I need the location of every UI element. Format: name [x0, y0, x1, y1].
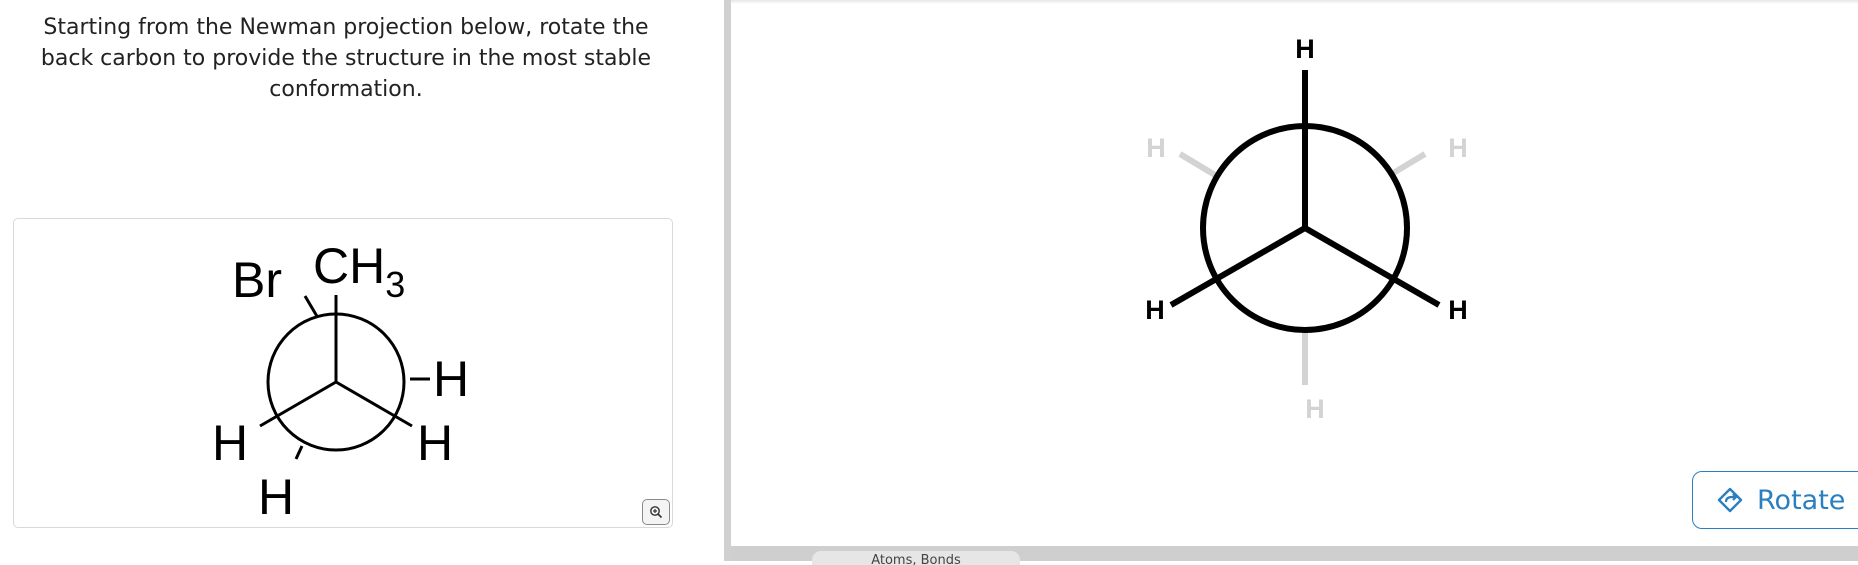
editable-newman-projection[interactable]: H H H H H H: [731, 0, 1858, 561]
given-newman-projection: Br CH3 H H H H: [212, 238, 469, 525]
back-bond-upper-left: [1178, 151, 1217, 178]
given-newman-figure: Br CH3 H H H H: [13, 218, 673, 528]
rotate-button[interactable]: Rotate: [1692, 471, 1858, 529]
label-ch3: CH3: [313, 238, 405, 305]
back-bond-upper-right: [1388, 151, 1427, 178]
editor-label-back-bottom: H: [1305, 394, 1325, 424]
editor-label-back-upper-left: H: [1146, 133, 1166, 163]
editor-label-front-top: H: [1295, 34, 1315, 64]
zoom-in-icon: [650, 506, 663, 519]
back-bond-br: [303, 295, 320, 319]
newman-editor-canvas[interactable]: H H H H H H: [731, 0, 1858, 561]
back-bond-h-bottom: [294, 445, 304, 460]
editor-label-front-left: H: [1145, 295, 1165, 325]
label-br: Br: [232, 252, 282, 308]
bottom-tab-label: Atoms, Bonds: [871, 553, 961, 565]
question-text: Starting from the Newman projection belo…: [40, 15, 652, 102]
rotate-label: Rotate: [1757, 484, 1846, 516]
label-h-left: H: [212, 415, 248, 471]
label-h-bottom: H: [258, 469, 294, 525]
editor-label-front-right: H: [1448, 295, 1468, 325]
panel-divider[interactable]: [724, 0, 731, 561]
top-shadow: [731, 0, 1858, 4]
bottom-tab-atoms-bonds[interactable]: Atoms, Bonds: [812, 551, 1020, 565]
zoom-button[interactable]: [642, 499, 670, 525]
rotate-icon: [1717, 487, 1743, 513]
label-h-right-upper: H: [433, 351, 469, 407]
question-panel: Starting from the Newman projection belo…: [0, 0, 724, 561]
editor-label-back-upper-right: H: [1448, 133, 1468, 163]
label-h-right-lower: H: [417, 415, 453, 471]
